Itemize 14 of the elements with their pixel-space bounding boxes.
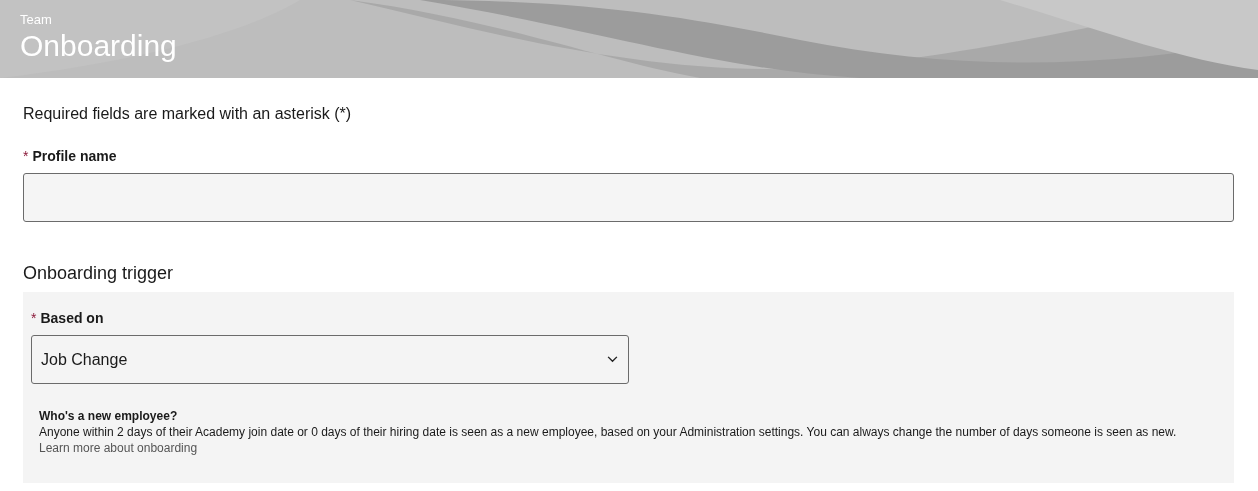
section-label: Team — [20, 12, 53, 27]
required-note: Required fields are marked with an asterisk (*) — [23, 104, 353, 124]
required-asterisk: * — [23, 148, 29, 164]
chevron-down-icon — [607, 356, 618, 363]
info-title: Who's a new employee? — [39, 409, 179, 424]
info-text: Anyone within 2 days of their Academy join date or 0 days of their hiring date is seen as a new employee, based on your Administration settings. You can always change the number of days someone is seen as new. Learn more about onboarding — [39, 424, 1178, 456]
based-on-dropdown[interactable]: Job Change — [31, 335, 629, 384]
section-heading: Onboarding trigger — [23, 262, 175, 284]
required-asterisk: * — [31, 310, 37, 326]
page-title: Onboarding — [20, 28, 178, 64]
field-label: Based on — [40, 310, 104, 326]
field-label: Profile name — [32, 148, 117, 164]
learn-more-link[interactable]: Learn more about onboarding — [39, 441, 198, 455]
profile-name-field[interactable] — [23, 173, 1234, 222]
